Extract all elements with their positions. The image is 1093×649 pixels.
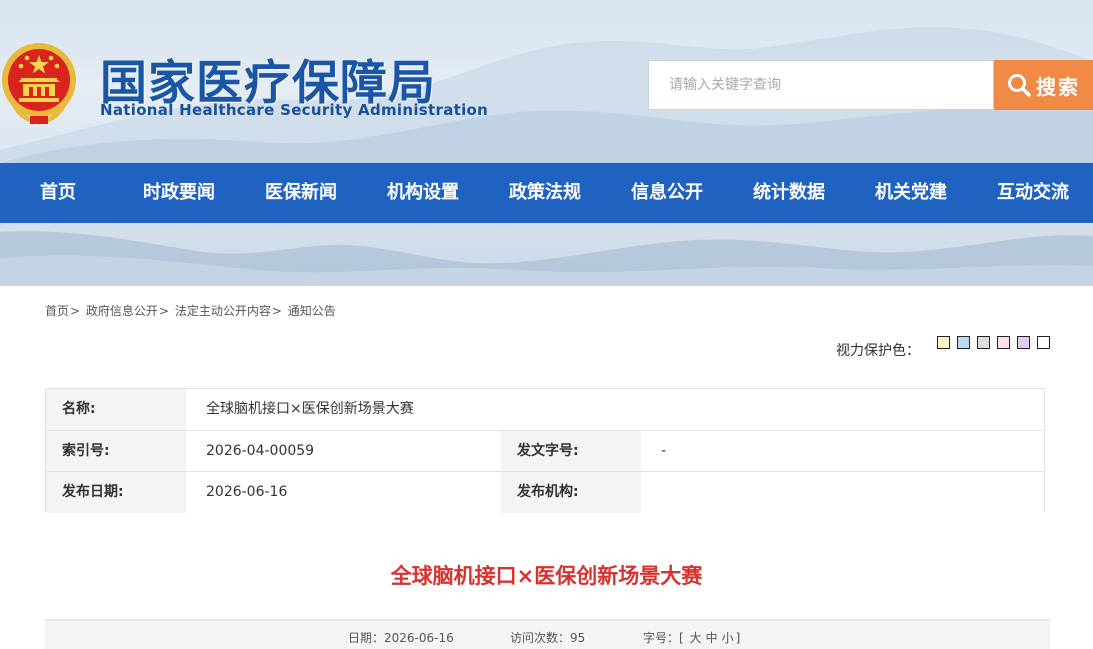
font-size-close-bracket: ] [735,631,741,645]
header-banner: 国家医疗保障局 National Healthcare Security Adm… [0,0,1093,286]
font-size-large-button[interactable]: 大 [690,631,702,645]
main-nav: 首页 时政要闻 医保新闻 机构设置 政策法规 信息公开 统计数据 机关党建 互动… [0,163,1093,223]
eye-color-white[interactable] [1037,336,1050,349]
nav-item-interaction[interactable]: 互动交流 [997,163,1069,223]
breadcrumb-gov-info[interactable]: 政府信息公开 [86,304,158,318]
article-views-label: 访问次数： [510,631,571,645]
document-info-table: 名称: 全球脑机接口×医保创新场景大赛 索引号: 2026-04-00059 发… [45,388,1045,513]
eye-color-gray[interactable] [977,336,990,349]
nav-item-party-building[interactable]: 机关党建 [875,163,947,223]
search-button[interactable]: 搜索 [994,60,1093,110]
header-divider [0,285,1093,286]
nav-item-statistics[interactable]: 统计数据 [753,163,825,223]
name-label: 名称: [46,389,186,430]
article-date: 日期：2026-06-16 [348,629,454,646]
font-size-small-button[interactable]: 小 [722,631,734,645]
font-size-open-bracket: [ [679,631,684,645]
publisher-label: 发布机构: [501,472,641,513]
publisher-value [641,472,1044,513]
breadcrumb-notices[interactable]: 通知公告 [288,304,336,318]
article-views: 访问次数：95 [510,629,585,646]
page: 国家医疗保障局 National Healthcare Security Adm… [0,0,1093,649]
eye-protection-label: 视力保护色： [836,343,920,359]
breadcrumb-separator: > [158,304,169,318]
search-input[interactable] [649,61,993,109]
font-size-control: 字号：[ 大中小] [643,629,740,646]
search-box [648,60,994,110]
publish-date-label: 发布日期: [46,472,186,513]
nav-item-politics-news[interactable]: 时政要闻 [143,163,215,223]
eye-color-yellow[interactable] [937,336,950,349]
article-date-label: 日期： [348,631,385,645]
nav-item-policy[interactable]: 政策法规 [509,163,581,223]
national-emblem-icon [2,43,76,125]
nav-item-healthcare-news[interactable]: 医保新闻 [265,163,337,223]
article-views-value: 95 [570,631,586,645]
index-value: 2026-04-00059 [186,431,501,472]
breadcrumb-separator: > [271,304,282,318]
article-title: 全球脑机接口×医保创新场景大赛 [390,564,703,588]
font-size-label: 字号： [643,631,680,645]
nav-item-home[interactable]: 首页 [40,163,76,223]
site-subtitle: National Healthcare Security Administrat… [100,101,489,119]
breadcrumb-separator: > [70,304,81,318]
font-size-medium-button[interactable]: 中 [706,631,718,645]
search-icon [1008,74,1031,97]
breadcrumb: 首页> 政府信息公开> 法定主动公开内容> 通知公告 [45,302,336,319]
publish-date-value: 2026-06-16 [186,472,501,513]
breadcrumb-statutory[interactable]: 法定主动公开内容 [175,304,271,318]
eye-color-purple[interactable] [1017,336,1030,349]
doc-number-value: - [641,431,1044,472]
nav-item-info-disclosure[interactable]: 信息公开 [631,163,703,223]
breadcrumb-home[interactable]: 首页 [45,304,69,318]
mountain-background [0,27,1093,286]
article-meta-bar: 日期：2026-06-16 访问次数：95 字号：[ 大中小] [45,619,1050,649]
eye-color-blue[interactable] [957,336,970,349]
name-value: 全球脑机接口×医保创新场景大赛 [186,389,1044,430]
index-label: 索引号: [46,431,186,472]
doc-number-label: 发文字号: [501,431,641,472]
nav-item-organization[interactable]: 机构设置 [387,163,459,223]
search-button-label: 搜索 [1036,74,1080,99]
eye-color-pink[interactable] [997,336,1010,349]
article-date-value: 2026-06-16 [384,631,454,645]
